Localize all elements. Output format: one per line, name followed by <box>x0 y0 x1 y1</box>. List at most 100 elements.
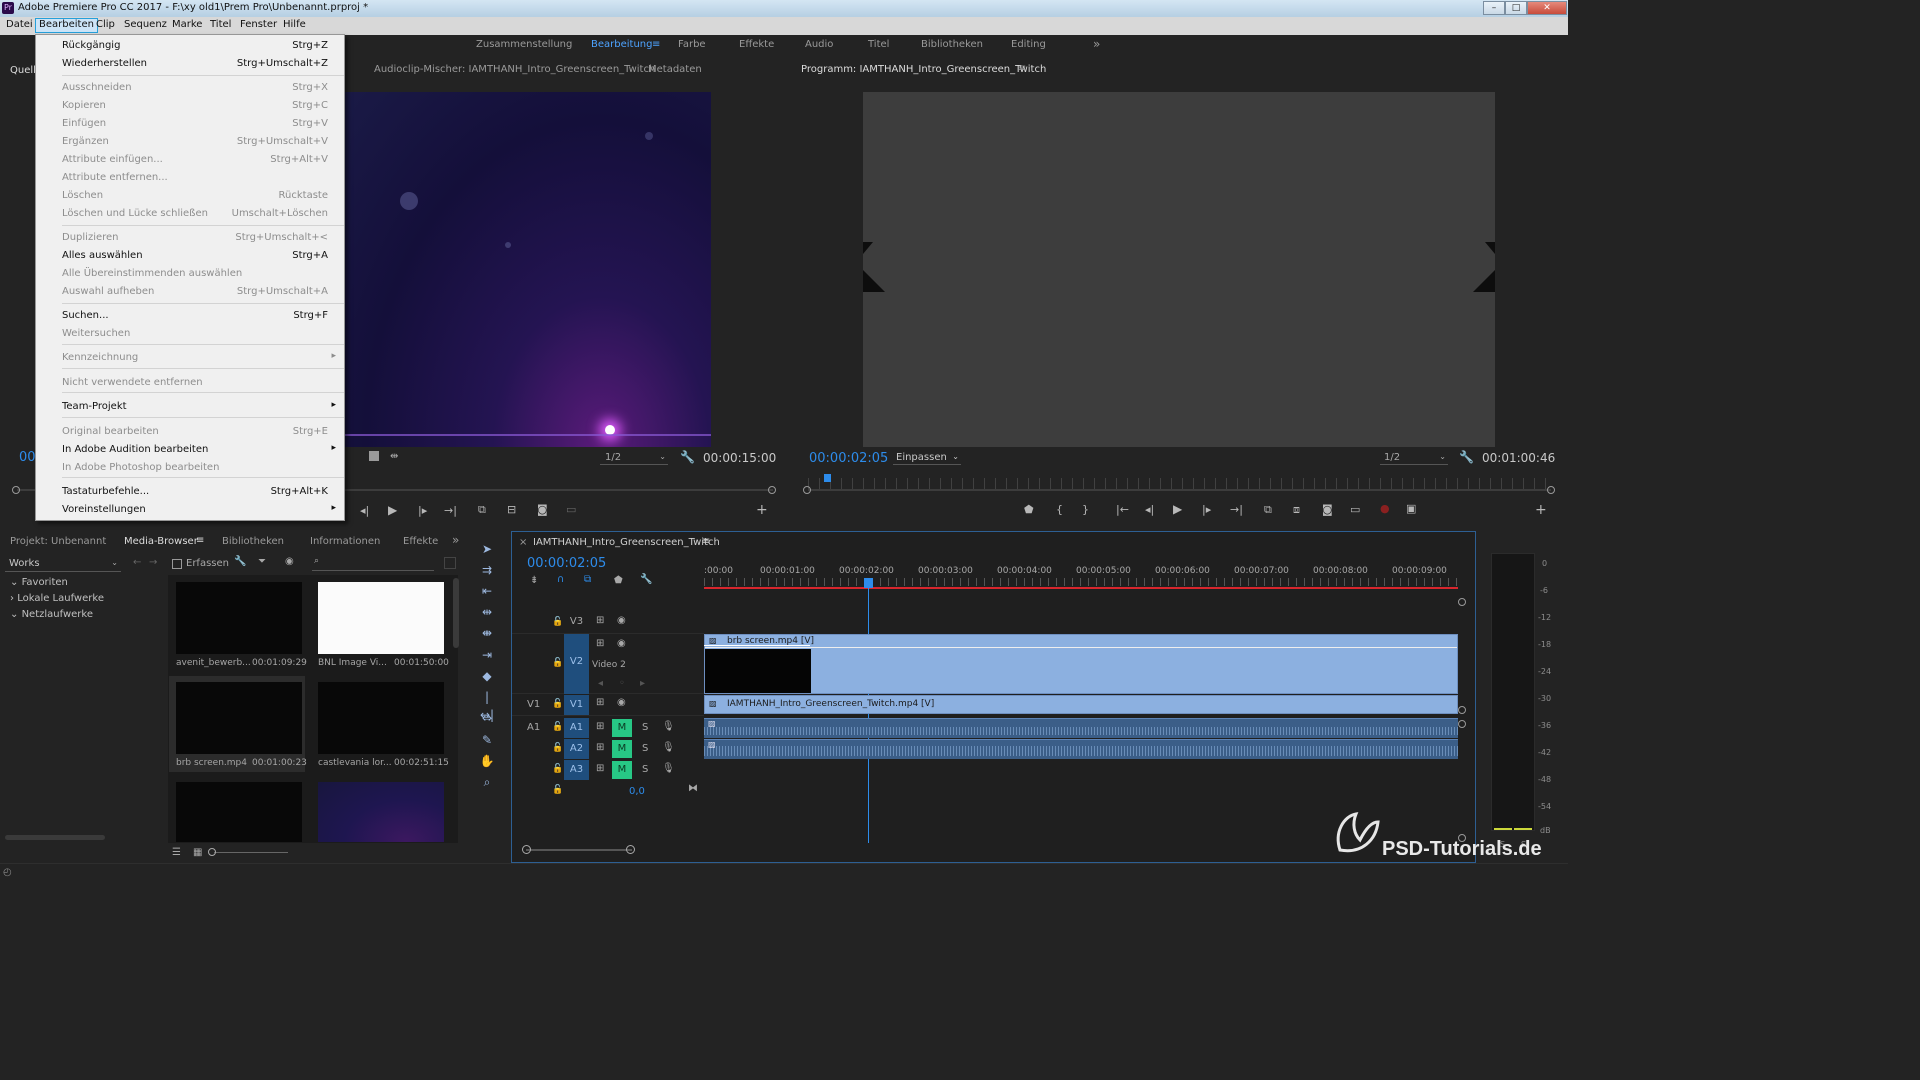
program-panel-menu-icon[interactable]: ≡ <box>1018 63 1026 74</box>
filter-icon[interactable]: ⏷ <box>258 556 266 567</box>
comparison-view-icon[interactable]: ▭ <box>1350 503 1360 516</box>
tree-item-favoriten[interactable]: ⌄ Favoriten <box>10 577 68 588</box>
menu-datei[interactable]: Datei <box>3 19 36 30</box>
clip-iamthanh-video[interactable]: ▨ IAMTHANH_Intro_Greenscreen_Twitch.mp4 … <box>704 695 1458 714</box>
program-monitor-title[interactable]: Programm: IAMTHANH_Intro_Greenscreen_Twi… <box>801 64 1046 75</box>
source-play-icon[interactable]: ▶ <box>388 503 397 517</box>
menu-bearbeiten[interactable]: Bearbeiten <box>35 18 98 33</box>
program-add-button-icon[interactable]: + <box>1535 502 1547 518</box>
tab-bibliotheken[interactable]: Bibliotheken <box>222 536 284 547</box>
thumbnail-intro-clip[interactable] <box>318 782 444 842</box>
workspace-bibliotheken[interactable]: Bibliotheken <box>921 39 983 50</box>
tab-audioclip-mixer[interactable]: Audioclip-Mischer: IAMTHANH_Intro_Greens… <box>374 64 655 75</box>
ripple-edit-tool-icon[interactable]: ⇤ <box>478 582 496 600</box>
menu-clip[interactable]: Clip <box>93 19 118 30</box>
lock-icon[interactable]: 🔓 <box>552 764 563 774</box>
media-browser-menu-icon[interactable]: ≡ <box>196 535 204 546</box>
clip-audio-a1[interactable]: ▨ <box>704 718 1458 738</box>
thumbnail-black-clip[interactable] <box>176 782 302 842</box>
program-scrub-start-handle[interactable] <box>803 486 811 494</box>
source-resolution-select[interactable]: 1/2 ⌄ <box>600 451 668 465</box>
workspace-effekte[interactable]: Effekte <box>739 39 774 50</box>
tree-item-netzlaufwerke[interactable]: ⌄ Netzlaufwerke <box>10 609 93 620</box>
solo-button-a1[interactable]: S <box>642 722 648 733</box>
icon-view-icon[interactable]: ▦ <box>193 847 202 858</box>
microphone-icon[interactable]: 🎙 <box>662 763 675 774</box>
program-fit-select[interactable]: Einpassen ⌄ <box>893 451 961 465</box>
pen-tool-icon[interactable]: ⇔ <box>478 709 496 727</box>
sync-lock-icon[interactable]: ⊞ <box>596 697 604 708</box>
solo-button-a2[interactable]: S <box>642 743 648 754</box>
timeline-menu-icon[interactable]: ≡ <box>702 536 710 547</box>
maximize-button[interactable]: □ <box>1505 1 1527 15</box>
tree-horizontal-scrollbar[interactable] <box>5 835 105 840</box>
menu-item-voreinstellungen[interactable]: Voreinstellungen ▸ <box>36 501 344 519</box>
program-timecode[interactable]: 00:00:02:05 <box>809 451 888 466</box>
wrench-icon[interactable]: 🔧 <box>680 450 695 464</box>
add-marker-icon[interactable]: ⬟ <box>614 575 623 586</box>
step-back-icon[interactable]: ◂| <box>360 504 369 517</box>
timeline-zoom-handle-right[interactable] <box>626 845 635 854</box>
eye-icon[interactable]: ◉ <box>617 615 626 626</box>
snap-icon[interactable]: ∩ <box>557 574 564 585</box>
mute-button-a2[interactable]: M <box>612 740 632 758</box>
workspace-menu-icon[interactable]: ≡ <box>652 39 660 50</box>
timeline-settings-icon[interactable]: 🔧 <box>640 574 652 585</box>
thumbnail-scrollbar[interactable] <box>453 578 459 648</box>
slip-tool-icon[interactable]: ◆ <box>478 667 496 685</box>
microphone-icon[interactable]: 🎙 <box>662 721 675 732</box>
workspace-bearbeitung[interactable]: Bearbeitung <box>591 39 652 50</box>
lock-icon[interactable]: 🔓 <box>552 743 563 753</box>
tab-source[interactable]: Quell <box>10 65 36 76</box>
microphone-icon[interactable]: 🎙 <box>662 742 675 753</box>
lift-icon[interactable]: ⧉ <box>1264 503 1272 517</box>
menu-item-team-projekt[interactable]: Team-Projekt ▸ <box>36 398 344 416</box>
source-patch-a1[interactable]: A1 <box>527 722 540 733</box>
program-step-back-icon[interactable]: ◂| <box>1145 503 1154 516</box>
track-label-v1[interactable]: V1 <box>564 695 589 715</box>
source-add-button-icon[interactable]: + <box>756 502 768 518</box>
wrench-icon[interactable]: 🔧 <box>234 556 246 567</box>
list-view-icon[interactable]: ☰ <box>172 847 181 858</box>
lock-icon[interactable]: 🔓 <box>552 699 563 709</box>
menu-hilfe[interactable]: Hilfe <box>280 19 309 30</box>
program-video-frame[interactable] <box>863 92 1495 447</box>
source-scrub-end-handle[interactable] <box>768 486 776 494</box>
video-zoom-handle-top[interactable] <box>1458 598 1466 606</box>
menu-sequenz[interactable]: Sequenz <box>121 19 170 30</box>
clip-audio-a2[interactable]: ▨ <box>704 739 1458 759</box>
time-ruler[interactable]: :00:00 00:00:01:00 00:00:02:00 00:00:03:… <box>704 562 1458 589</box>
hand-tool-icon[interactable]: ✎ <box>478 731 496 749</box>
magnifier-icon[interactable]: ⌕ <box>478 773 496 791</box>
new-bin-icon[interactable] <box>444 557 456 569</box>
eye-icon[interactable]: ◉ <box>617 638 626 649</box>
vr-view-icon[interactable]: ▣ <box>1406 502 1416 515</box>
panel-more-icon[interactable]: » <box>452 533 459 547</box>
timeline-timecode[interactable]: 00:00:02:05 <box>527 556 606 571</box>
workspace-farbe[interactable]: Farbe <box>678 39 706 50</box>
razor-tool-icon[interactable]: ⇥ <box>478 646 496 664</box>
tab-metadaten[interactable]: Metadaten <box>648 64 702 75</box>
audio-zoom-handle-top[interactable] <box>1458 720 1466 728</box>
record-icon[interactable]: ● <box>1380 502 1390 515</box>
timeline-zoom-bar[interactable] <box>526 849 632 851</box>
linked-selection-icon[interactable]: ⧉ <box>584 574 591 585</box>
source-patch-v1[interactable]: V1 <box>527 699 540 710</box>
timeline-zoom-handle-left[interactable] <box>522 845 531 854</box>
track-label-a1[interactable]: A1 <box>564 718 589 738</box>
mute-button-a1[interactable]: M <box>612 719 632 737</box>
close-sequence-icon[interactable]: × <box>519 537 527 548</box>
zoom-tool-icon[interactable]: ✋ <box>478 752 496 770</box>
tree-item-lokale-laufwerke[interactable]: › Lokale Laufwerke <box>10 593 104 604</box>
location-select[interactable]: Works ⌄ <box>5 557 121 572</box>
source-video-frame[interactable] <box>345 92 711 447</box>
menu-titel[interactable]: Titel <box>207 19 234 30</box>
lock-icon[interactable]: 🔓 <box>552 658 563 668</box>
program-wrench-icon[interactable]: 🔧 <box>1459 450 1474 464</box>
track-label-a2[interactable]: A2 <box>564 739 589 759</box>
lock-icon[interactable]: 🔓 <box>552 785 563 795</box>
insert-icon[interactable]: ⧉ <box>478 503 486 517</box>
overwrite-icon[interactable]: ⊟ <box>507 503 516 516</box>
program-scrub-bar[interactable] <box>808 489 1551 491</box>
sync-lock-icon[interactable]: ⊞ <box>596 638 604 649</box>
